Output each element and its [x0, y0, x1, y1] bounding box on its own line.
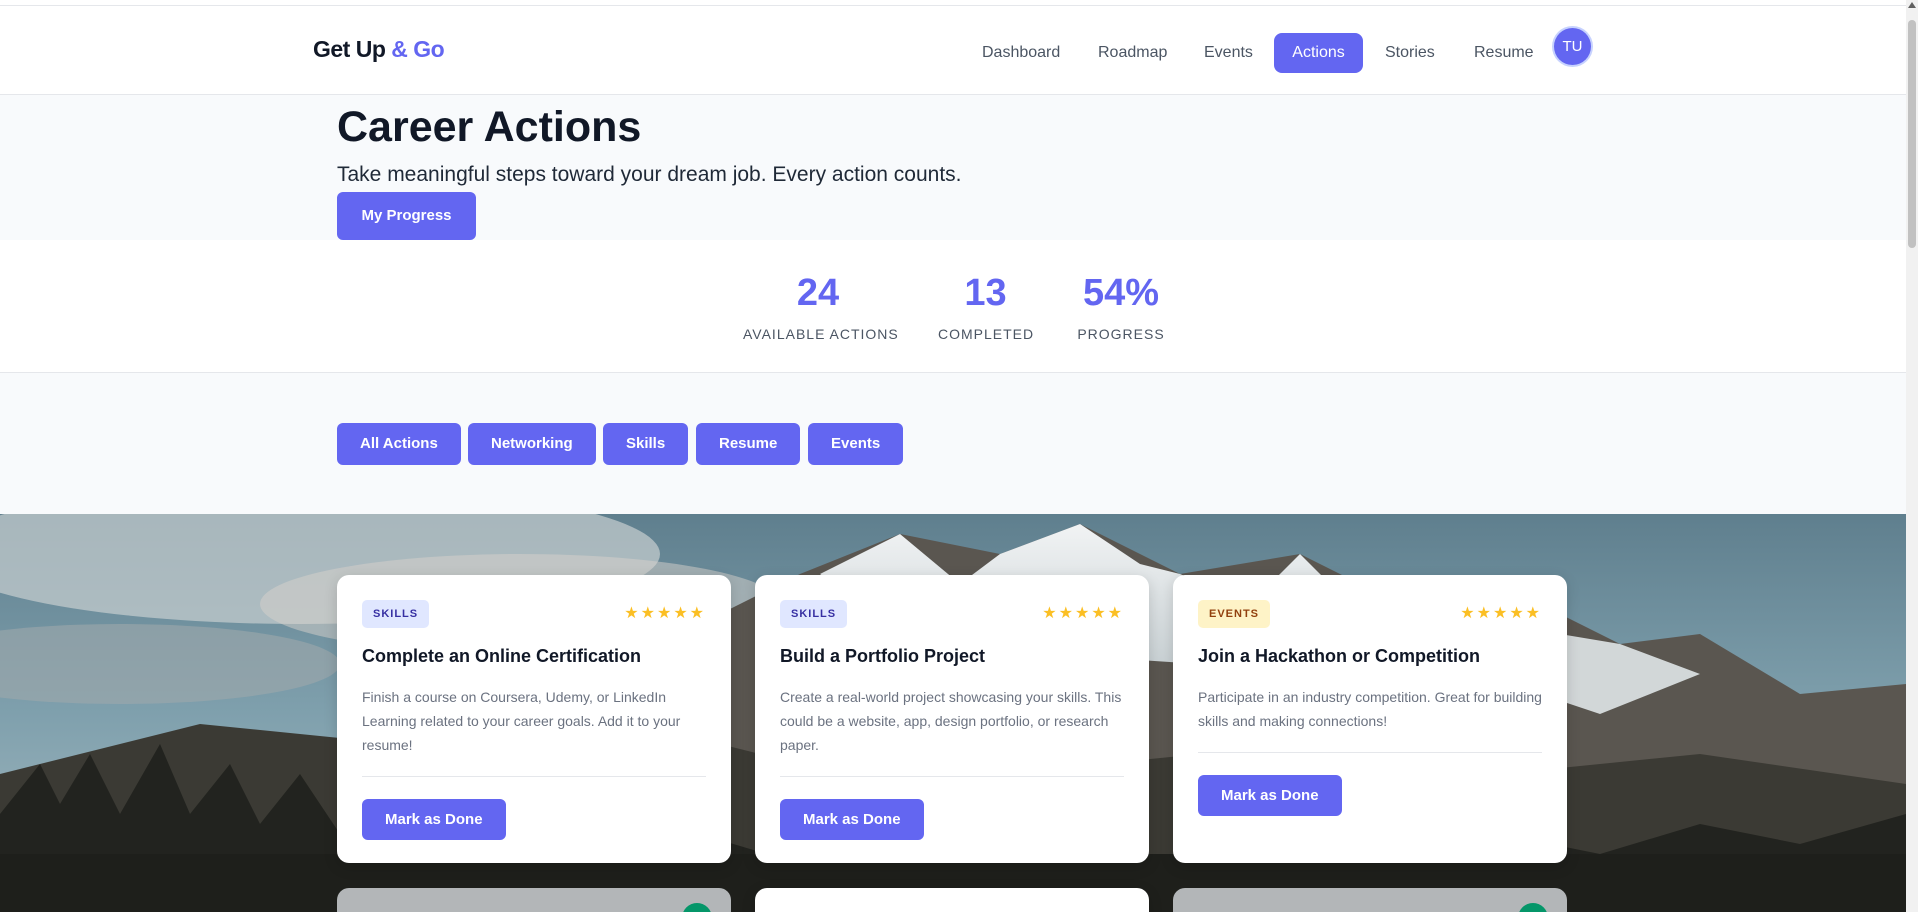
brand-name: Get Up [313, 36, 386, 62]
action-card: SKILLS ★★★★★ Build a Portfolio Project C… [755, 575, 1149, 863]
action-card-completed [1173, 888, 1567, 912]
nav-roadmap[interactable]: Roadmap [1083, 33, 1182, 73]
nav-dashboard[interactable]: Dashboard [967, 33, 1075, 73]
completed-check-icon [682, 903, 712, 912]
stat-completed: 13 COMPLETED [938, 270, 1033, 342]
scroll-up-arrow-icon[interactable] [1908, 2, 1916, 8]
stat-label: AVAILABLE ACTIONS [743, 326, 899, 342]
action-card-completed [337, 888, 731, 912]
filter-networking[interactable]: Networking [468, 423, 596, 465]
site-header: Get Up & Go Dashboard Roadmap Events Act… [0, 6, 1906, 95]
my-progress-button[interactable]: My Progress [337, 192, 476, 240]
nav-actions[interactable]: Actions [1274, 33, 1363, 73]
action-card: EVENTS ★★★★★ Join a Hackathon or Competi… [1173, 575, 1567, 863]
page-scrollbar[interactable] [1906, 0, 1918, 912]
star-rating-icon: ★★★★★ [1042, 605, 1124, 622]
card-description: Finish a course on Coursera, Udemy, or L… [362, 689, 681, 753]
nav-stories[interactable]: Stories [1370, 33, 1450, 73]
stats-bar: 24 AVAILABLE ACTIONS 13 COMPLETED 54% PR… [0, 240, 1906, 373]
filter-bar: All Actions Networking Skills Resume Eve… [0, 373, 1906, 514]
card-divider [1198, 752, 1542, 753]
action-card [755, 888, 1149, 912]
category-badge: EVENTS [1198, 600, 1271, 628]
stat-available-actions: 24 AVAILABLE ACTIONS [743, 270, 899, 342]
stat-label: COMPLETED [938, 326, 1035, 342]
stat-progress: 54% PROGRESS [1075, 270, 1167, 342]
stat-value: 54% [1082, 272, 1160, 314]
category-badge: SKILLS [780, 600, 848, 628]
card-title: Join a Hackathon or Competition [1198, 646, 1481, 666]
hero-section: Career Actions Take meaningful steps tow… [0, 95, 1906, 240]
filter-resume[interactable]: Resume [696, 423, 801, 465]
action-card: SKILLS ★★★★★ Complete an Online Certific… [337, 575, 731, 863]
completed-check-icon [1518, 903, 1548, 912]
brand-logo[interactable]: Get Up & Go [313, 36, 445, 63]
card-description: Participate in an industry competition. … [1198, 689, 1542, 729]
filter-all-actions[interactable]: All Actions [337, 423, 461, 465]
category-badge: SKILLS [362, 600, 430, 628]
card-title: Complete an Online Certification [362, 646, 642, 666]
page-subtitle: Take meaningful steps toward your dream … [337, 163, 962, 186]
star-rating-icon: ★★★★★ [624, 605, 706, 622]
page-title: Career Actions [337, 103, 642, 151]
card-title: Build a Portfolio Project [780, 646, 986, 666]
brand-accent: & Go [391, 36, 445, 62]
mark-as-done-button[interactable]: Mark as Done [1198, 775, 1342, 816]
scrollbar-thumb[interactable] [1908, 20, 1916, 248]
stat-value: 24 [796, 272, 840, 314]
card-description: Create a real-world project showcasing y… [780, 689, 1122, 753]
card-divider [780, 776, 1124, 777]
stat-value: 13 [964, 272, 1007, 314]
card-divider [362, 776, 706, 777]
nav-events[interactable]: Events [1189, 33, 1268, 73]
star-rating-icon: ★★★★★ [1460, 605, 1542, 622]
nav-resume[interactable]: Resume [1459, 33, 1549, 73]
actions-grid: SKILLS ★★★★★ Complete an Online Certific… [0, 514, 1906, 912]
filter-events[interactable]: Events [808, 423, 904, 465]
mark-as-done-button[interactable]: Mark as Done [362, 799, 506, 840]
mark-as-done-button[interactable]: Mark as Done [780, 799, 924, 840]
filter-skills[interactable]: Skills [603, 423, 689, 465]
stat-label: PROGRESS [1077, 326, 1165, 342]
user-avatar[interactable]: TU [1554, 28, 1591, 65]
